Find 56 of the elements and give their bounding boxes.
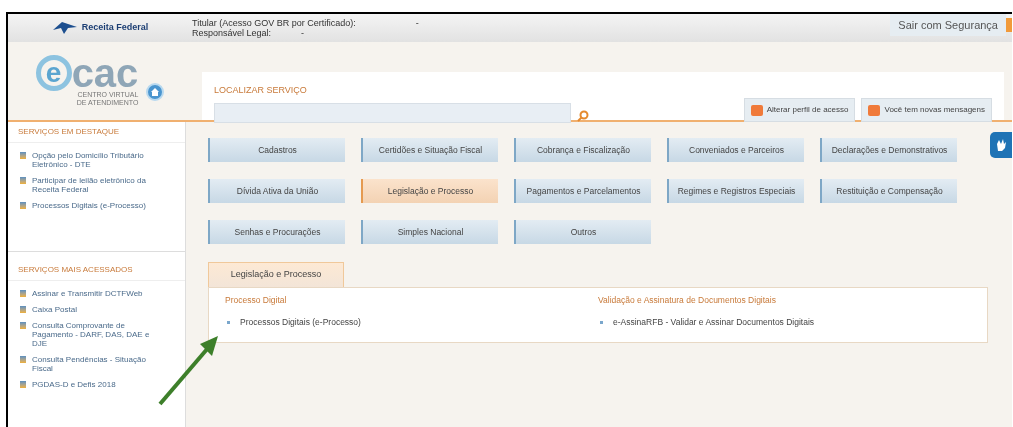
- sidebar-link[interactable]: Participar de leilão eletrônico da Receita Federal: [32, 176, 152, 194]
- logo-letter: e: [35, 55, 72, 91]
- category-button[interactable]: Certidões e Situação Fiscal: [361, 138, 498, 162]
- sidebar-link[interactable]: Processos Digitais (e-Processo): [32, 201, 152, 210]
- titular-label: Titular (Acesso GOV BR por Certificado):: [192, 18, 356, 28]
- category-button[interactable]: Dívida Ativa da União: [208, 179, 345, 203]
- group-heading: Processo Digital: [225, 293, 288, 307]
- category-button[interactable]: Restituição e Compensação: [820, 179, 957, 203]
- bullet-icon: [20, 356, 26, 363]
- panel-tab[interactable]: Legislação e Processo: [208, 262, 344, 287]
- responsavel-value: -: [301, 28, 305, 38]
- category-button[interactable]: Cadastros: [208, 138, 345, 162]
- sidebar-link[interactable]: Consulta Pendências - Situação Fiscal: [32, 355, 152, 373]
- group-heading: Validação e Assinatura de Documentos Digitais: [598, 293, 777, 307]
- search-field[interactable]: [214, 102, 571, 123]
- titular-value: -: [415, 18, 419, 28]
- service-link[interactable]: Processos Digitais (e-Processo): [240, 316, 361, 329]
- bullet-icon: [20, 290, 26, 297]
- sidebar-link[interactable]: Assinar e Transmitir DCTFWeb: [32, 289, 152, 298]
- bullet-icon: [227, 321, 230, 325]
- category-button[interactable]: Pagamentos e Parcelamentos: [514, 179, 651, 203]
- sidebar-heading: SERVIÇOS MAIS ACESSADOS: [8, 260, 185, 281]
- category-button[interactable]: Simples Nacional: [361, 220, 498, 244]
- category-button[interactable]: Senhas e Procurações: [208, 220, 345, 244]
- category-button[interactable]: Cobrança e Fiscalização: [514, 138, 651, 162]
- bullet-icon: [20, 202, 26, 209]
- category-button[interactable]: Legislação e Processo: [361, 179, 498, 203]
- sidebar-link[interactable]: Opção pelo Domicílio Tributário Eletrônico - DTE: [32, 151, 152, 169]
- bullet-icon: [20, 381, 26, 388]
- logo-word: cac: [71, 55, 139, 91]
- bird-logo-icon: [51, 21, 78, 35]
- category-button[interactable]: Outros: [514, 220, 651, 244]
- category-button[interactable]: Declarações e Demonstrativos: [820, 138, 957, 162]
- sidebar-link[interactable]: PGDAS-D e Defis 2018: [32, 380, 152, 389]
- bullet-icon: [20, 322, 26, 329]
- bullet-icon: [20, 152, 26, 159]
- search-label: LOCALIZAR SERVIÇO: [214, 84, 308, 97]
- category-button[interactable]: Conveniados e Parceiros: [667, 138, 804, 162]
- sidebar-link[interactable]: Caixa Postal: [32, 305, 152, 314]
- hand-icon: [995, 138, 1007, 152]
- category-button[interactable]: Regimes e Registros Especiais: [667, 179, 804, 203]
- logout-link[interactable]: Sair com Segurança: [890, 14, 1006, 36]
- sidebar-heading: SERVIÇOS EM DESTAQUE: [8, 122, 185, 143]
- brand-name: Receita Federal: [81, 21, 149, 35]
- sidebar-link[interactable]: Consulta Comprovante de Pagamento - DARF, DAS, DAE e DJE: [32, 321, 152, 348]
- service-link[interactable]: e-AssinaRFB - Validar e Assinar Documentos Digitais: [613, 316, 815, 329]
- home-button[interactable]: [146, 83, 165, 101]
- action-button[interactable]: Você tem novas mensagens: [861, 98, 992, 122]
- bullet-icon: [600, 321, 603, 325]
- responsavel-label: Responsável Legal:: [192, 28, 272, 38]
- home-icon: [151, 88, 160, 96]
- bullet-icon: [20, 177, 26, 184]
- bullet-icon: [20, 306, 26, 313]
- accessibility-button[interactable]: [990, 132, 1012, 158]
- action-button[interactable]: Alterar perfil de acesso: [743, 98, 856, 122]
- search-icon[interactable]: [577, 110, 589, 122]
